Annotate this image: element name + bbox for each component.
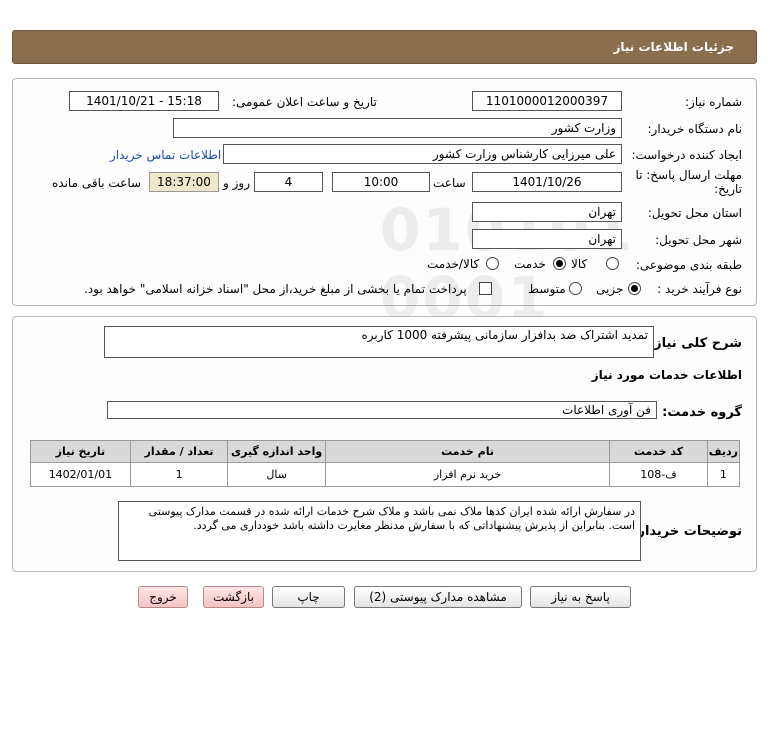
reply-button[interactable]: پاسخ به نیاز: [530, 586, 631, 608]
announce-label: تاریخ و ساعت اعلان عمومی:: [232, 95, 377, 109]
buyer-notes-label: توضیحات خریدار:: [632, 524, 742, 539]
general-desc-label: شرح کلی نیاز:: [648, 336, 742, 351]
need-number-field: 1101000012000397: [472, 91, 622, 111]
treasury-payment-note: پرداخت تمام یا بخشی از مبلغ خرید،از محل …: [84, 282, 467, 296]
province-field: تهران: [472, 202, 622, 222]
attachments-button[interactable]: مشاهده مدارک پیوستی (2): [354, 586, 522, 608]
col-row: ردیف: [706, 440, 741, 463]
category-service-label: خدمت: [514, 257, 546, 271]
days-field: 4: [254, 172, 323, 192]
announce-field: 1401/10/21 - 15:18: [69, 91, 219, 111]
days-label: روز و: [223, 176, 250, 190]
col-need-date: تاریخ نیاز: [30, 440, 131, 463]
remaining-time-field: 18:37:00: [149, 172, 219, 192]
creator-label: ایجاد کننده درخواست:: [631, 148, 742, 162]
process-medium-radio[interactable]: [569, 282, 582, 295]
category-goods-service-label: کالا/خدمت: [427, 257, 480, 271]
table-header-row: ردیف کد خدمت نام خدمت واحد اندازه گیری ت…: [30, 440, 741, 463]
deadline-date-field: 1401/10/26: [472, 172, 622, 192]
province-label: استان محل تحویل:: [647, 206, 742, 220]
deadline-time-label: ساعت: [433, 176, 466, 190]
general-desc-field: تمدید اشتراک ضد بدافزار سازمانی پیشرفته …: [104, 326, 654, 358]
page-header: جزئیات اطلاعات نیاز: [12, 30, 757, 64]
table-row: 1 ف-108 خرید نرم افزار سال 1 1402/01/01: [30, 462, 741, 487]
need-number-label: شماره نیاز:: [685, 95, 742, 109]
category-label: طبقه بندی موضوعی:: [635, 258, 742, 272]
cell-unit: سال: [227, 462, 326, 487]
city-field: تهران: [472, 229, 622, 249]
remaining-label: ساعت باقی مانده: [52, 176, 142, 190]
col-service-name: نام خدمت: [324, 440, 611, 463]
contact-buyer-link[interactable]: اطلاعات تماس خریدار: [110, 148, 221, 162]
process-medium-label: متوسط: [528, 282, 566, 296]
back-button[interactable]: بازگشت: [203, 586, 264, 608]
print-button[interactable]: چاپ: [272, 586, 345, 608]
buyer-org-field: وزارت کشور: [173, 118, 622, 138]
creator-field: علی میرزایی کارشناس وزارت کشور: [223, 144, 622, 164]
treasury-payment-checkbox[interactable]: [479, 282, 492, 295]
process-minor-radio[interactable]: [628, 282, 641, 295]
category-goods-radio[interactable]: [606, 257, 619, 270]
col-unit: واحد اندازه گیری: [227, 440, 326, 463]
deadline-date-label: تاریخ:: [714, 182, 742, 196]
col-quantity: تعداد / مقدار: [129, 440, 229, 463]
cell-service-code: ف-108: [609, 462, 708, 487]
cell-row: 1: [706, 462, 741, 487]
service-group-field: فن آوری اطلاعات: [107, 401, 657, 419]
process-label: نوع فرآیند خرید :: [657, 282, 742, 296]
service-group-label: گروه خدمت:: [662, 405, 742, 420]
services-table: ردیف کد خدمت نام خدمت واحد اندازه گیری ت…: [30, 440, 741, 487]
deadline-time-field: 10:00: [332, 172, 430, 192]
buyer-org-label: نام دستگاه خریدار:: [647, 122, 743, 136]
page-title: جزئیات اطلاعات نیاز: [613, 40, 734, 54]
exit-button[interactable]: خروج: [138, 586, 188, 608]
city-label: شهر محل تحویل:: [655, 233, 742, 247]
cell-service-name: خرید نرم افزار: [324, 462, 611, 487]
process-minor-label: جزیی: [596, 282, 624, 296]
buyer-notes-field: در سفارش ارائه شده ایران کدها ملاک نمی ب…: [118, 501, 641, 561]
services-heading: اطلاعات خدمات مورد نیاز: [591, 368, 742, 382]
cell-quantity: 1: [129, 462, 229, 487]
deadline-label: مهلت ارسال پاسخ: تا: [635, 168, 742, 182]
col-service-code: کد خدمت: [609, 440, 708, 463]
cell-need-date: 1402/01/01: [30, 462, 131, 487]
category-service-radio[interactable]: [553, 257, 566, 270]
category-goods-service-radio[interactable]: [486, 257, 499, 270]
category-goods-label: کالا: [571, 257, 588, 271]
